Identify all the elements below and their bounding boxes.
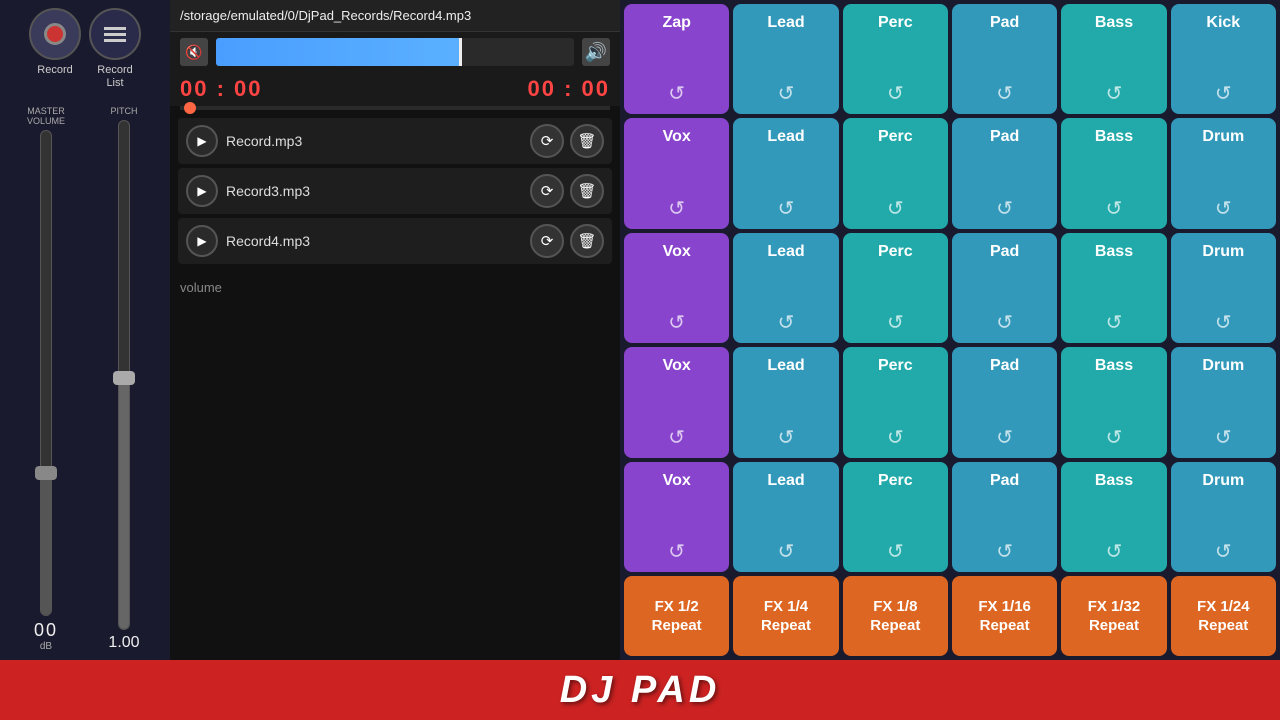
pad-drum-5[interactable]: Drum ↺ [1171, 462, 1276, 572]
action-btns-2: ⟳ 🗑 [530, 174, 604, 208]
share-button-2[interactable]: ⟳ [530, 174, 564, 208]
record-name-2: Record3.mp3 [226, 183, 522, 199]
delete-button-3[interactable]: 🗑 [570, 224, 604, 258]
pitch-label: PITCH [111, 106, 138, 116]
time-total: 00 : 00 [528, 76, 611, 102]
pad-perc-2[interactable]: Perc ↺ [843, 118, 948, 228]
master-volume-col: MASTERVOLUME 00 dB [10, 106, 82, 652]
record-name-1: Record.mp3 [226, 133, 522, 149]
pitch-track[interactable] [118, 120, 130, 630]
share-button-3[interactable]: ⟳ [530, 224, 564, 258]
pad-zap[interactable]: Zap ↺ [624, 4, 729, 114]
pad-perc-5[interactable]: Perc ↺ [843, 462, 948, 572]
action-btns-3: ⟳ 🗑 [530, 224, 604, 258]
record-list-button-group: RecordList [89, 8, 141, 90]
pad-row-4: Vox ↺ Lead ↺ Perc ↺ Pad ↺ Bass ↺ Drum ↺ [624, 347, 1276, 457]
pad-drum-3[interactable]: Drum ↺ [1171, 233, 1276, 343]
pad-kick-1[interactable]: Kick ↺ [1171, 4, 1276, 114]
pad-perc-1[interactable]: Perc ↺ [843, 4, 948, 114]
fx-1-24-button[interactable]: FX 1/24Repeat [1171, 576, 1276, 656]
pad-lead-4[interactable]: Lead ↺ [733, 347, 838, 457]
pitch-col: PITCH 1.00 [88, 106, 160, 652]
fx-row: FX 1/2Repeat FX 1/4Repeat FX 1/8Repeat F… [624, 576, 1276, 656]
seek-thumb [184, 102, 196, 114]
pad-row-5: Vox ↺ Lead ↺ Perc ↺ Pad ↺ Bass ↺ Drum ↺ [624, 462, 1276, 572]
fx-1-2-button[interactable]: FX 1/2Repeat [624, 576, 729, 656]
record-area: /storage/emulated/0/DjPad_Records/Record… [170, 0, 620, 660]
pad-lead-2[interactable]: Lead ↺ [733, 118, 838, 228]
pad-pad-2[interactable]: Pad ↺ [952, 118, 1057, 228]
record-item: ▶ Record3.mp3 ⟳ 🗑 [178, 168, 612, 214]
pad-pad-3[interactable]: Pad ↺ [952, 233, 1057, 343]
share-button-1[interactable]: ⟳ [530, 124, 564, 158]
record-button[interactable] [29, 8, 81, 60]
play-button-3[interactable]: ▶ [186, 225, 218, 257]
master-volume-track[interactable] [40, 130, 52, 616]
pad-bass-2[interactable]: Bass ↺ [1061, 118, 1166, 228]
pad-pad-1[interactable]: Pad ↺ [952, 4, 1057, 114]
play-button-1[interactable]: ▶ [186, 125, 218, 157]
dj-pad-logo: DJ PAD [560, 669, 721, 712]
pitch-value: 1.00 [108, 634, 139, 652]
pad-lead-3[interactable]: Lead ↺ [733, 233, 838, 343]
pad-vox-3[interactable]: Vox ↺ [624, 233, 729, 343]
pad-vox-4[interactable]: Vox ↺ [624, 347, 729, 457]
pad-vox-5[interactable]: Vox ↺ [624, 462, 729, 572]
delete-button-2[interactable]: 🗑 [570, 174, 604, 208]
delete-button-1[interactable]: 🗑 [570, 124, 604, 158]
waveform-bar: 🔇 🔊 [170, 32, 620, 72]
pad-perc-3[interactable]: Perc ↺ [843, 233, 948, 343]
waveform-track[interactable] [216, 38, 574, 66]
bottom-bar: DJ PAD [0, 660, 1280, 720]
pad-bass-1[interactable]: Bass ↺ [1061, 4, 1166, 114]
fx-1-4-button[interactable]: FX 1/4Repeat [733, 576, 838, 656]
record-item: ▶ Record4.mp3 ⟳ 🗑 [178, 218, 612, 264]
record-list-label: RecordList [97, 64, 132, 90]
pad-lead-5[interactable]: Lead ↺ [733, 462, 838, 572]
pad-drum-4[interactable]: Drum ↺ [1171, 347, 1276, 457]
record-name-3: Record4.mp3 [226, 233, 522, 249]
pad-pad-4[interactable]: Pad ↺ [952, 347, 1057, 457]
db-label: dB [34, 641, 58, 652]
pad-lead-1[interactable]: Lead ↺ [733, 4, 838, 114]
pad-pad-5[interactable]: Pad ↺ [952, 462, 1057, 572]
volume-button[interactable]: 🔊 [582, 38, 610, 66]
fx-1-16-button[interactable]: FX 1/16Repeat [952, 576, 1057, 656]
db-value: 00 [34, 620, 58, 641]
pad-row-1: Zap ↺ Lead ↺ Perc ↺ Pad ↺ Bass ↺ Kick ↺ [624, 4, 1276, 114]
list-icon [104, 27, 126, 42]
mute-button[interactable]: 🔇 [180, 38, 208, 66]
record-label: Record [37, 64, 72, 77]
pad-vox-2[interactable]: Vox ↺ [624, 118, 729, 228]
action-btns-1: ⟳ 🗑 [530, 124, 604, 158]
volume-label: volume [170, 272, 620, 303]
pad-row-2: Vox ↺ Lead ↺ Perc ↺ Pad ↺ Bass ↺ Drum ↺ [624, 118, 1276, 228]
pad-bass-4[interactable]: Bass ↺ [1061, 347, 1166, 457]
file-path: /storage/emulated/0/DjPad_Records/Record… [180, 8, 471, 23]
fx-1-8-button[interactable]: FX 1/8Repeat [843, 576, 948, 656]
time-bar: 00 : 00 00 : 00 [170, 72, 620, 106]
time-current: 00 : 00 [180, 76, 263, 102]
record-item: ▶ Record.mp3 ⟳ 🗑 [178, 118, 612, 164]
pad-drum-2[interactable]: Drum ↺ [1171, 118, 1276, 228]
record-list-button[interactable] [89, 8, 141, 60]
pad-row-3: Vox ↺ Lead ↺ Perc ↺ Pad ↺ Bass ↺ Drum ↺ [624, 233, 1276, 343]
sidebar: Record RecordList MASTERVOLUME 00 dB [0, 0, 170, 660]
fx-1-32-button[interactable]: FX 1/32Repeat [1061, 576, 1166, 656]
waveform-thumb [459, 38, 462, 66]
pad-perc-4[interactable]: Perc ↺ [843, 347, 948, 457]
file-path-bar: /storage/emulated/0/DjPad_Records/Record… [170, 0, 620, 32]
record-button-group: Record [29, 8, 81, 90]
play-button-2[interactable]: ▶ [186, 175, 218, 207]
record-icon [44, 23, 66, 45]
pad-bass-3[interactable]: Bass ↺ [1061, 233, 1166, 343]
record-list: ▶ Record.mp3 ⟳ 🗑 ▶ Record3.mp3 ⟳ 🗑 ▶ Rec… [170, 110, 620, 272]
waveform-progress [216, 38, 459, 66]
master-volume-label: MASTERVOLUME [27, 106, 65, 126]
pad-bass-5[interactable]: Bass ↺ [1061, 462, 1166, 572]
seek-bar[interactable] [180, 106, 610, 110]
pad-grid: Zap ↺ Lead ↺ Perc ↺ Pad ↺ Bass ↺ Kick ↺ … [620, 0, 1280, 660]
